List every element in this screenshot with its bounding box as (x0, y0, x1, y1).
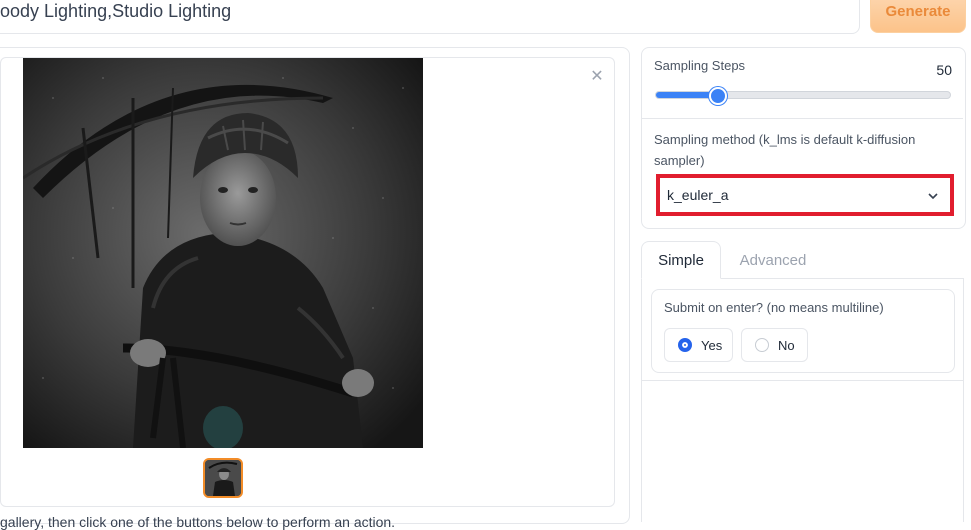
generate-button[interactable]: Generate (870, 0, 966, 33)
chevron-down-icon (928, 193, 938, 200)
gallery-thumbnail[interactable] (203, 458, 243, 498)
close-icon[interactable]: ✕ (586, 65, 608, 87)
divider (642, 118, 963, 119)
submit-on-enter-label: Submit on enter? (no means multiline) (664, 300, 884, 315)
sampling-method-dropdown[interactable]: k_euler_a (656, 174, 954, 216)
slider-thumb[interactable] (709, 87, 728, 105)
sampling-method-label: Sampling method (k_lms is default k-diff… (654, 132, 916, 168)
generated-image-graphic (23, 58, 423, 448)
radio-no-label: No (778, 337, 795, 353)
gallery-hint: gallery, then click one of the buttons b… (0, 514, 396, 530)
thumbnail-graphic (205, 460, 241, 496)
sampling-method-value: k_euler_a (667, 187, 729, 203)
sampling-steps-label: Sampling Steps (654, 58, 746, 73)
right-panel-lower (641, 380, 964, 522)
generated-image[interactable] (23, 58, 423, 448)
sampling-steps-slider[interactable] (655, 91, 951, 99)
prompt-text[interactable]: oody Lighting,Studio Lighting (0, 0, 231, 22)
radio-selected-icon (678, 338, 692, 352)
tab-simple[interactable]: Simple (641, 241, 721, 279)
radio-yes[interactable]: Yes (664, 328, 733, 362)
tabs: Simple Advanced (641, 241, 964, 279)
radio-unselected-icon (755, 338, 769, 352)
radio-no[interactable]: No (741, 328, 808, 362)
tab-advanced[interactable]: Advanced (733, 241, 813, 279)
sampling-steps-value[interactable]: 50 (920, 62, 952, 78)
radio-yes-label: Yes (701, 337, 723, 353)
